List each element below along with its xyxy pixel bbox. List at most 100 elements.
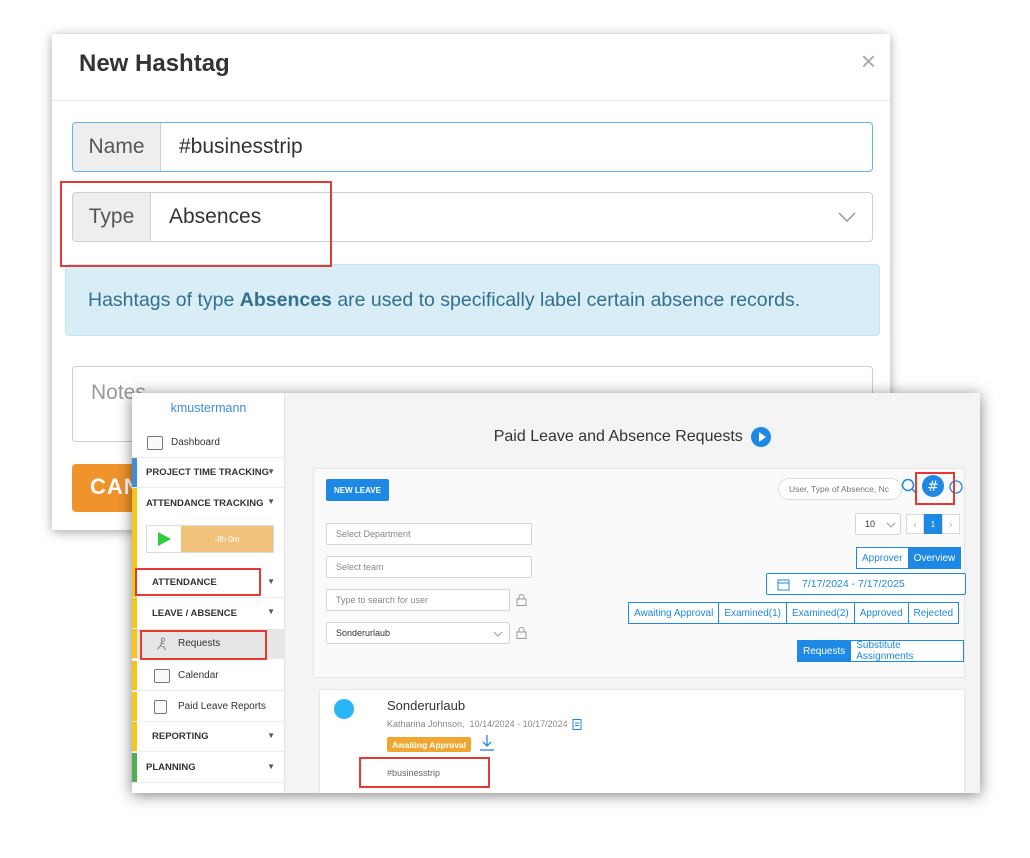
absence-type-value: Sonderurlaub [336, 628, 391, 638]
page-next-button[interactable]: › [942, 514, 960, 534]
sidebar-section-project-time[interactable]: PROJECT TIME TRACKING ▼ [132, 458, 285, 488]
section-color-bar [132, 753, 137, 782]
sidebar-section-attendance[interactable]: ATTENDANCE ▼ [132, 568, 285, 598]
status-filter-rejected[interactable]: Rejected [907, 602, 959, 624]
sidebar-item-label: Paid Leave Reports [178, 701, 266, 712]
chevron-down-icon [493, 631, 503, 637]
filter-panel: NEW LEAVE User, Type of Absence, Nc # Se… [313, 468, 966, 678]
sidebar-item-label: LEAVE / ABSENCE [152, 607, 237, 619]
attendance-timer[interactable]: -8h 0m [146, 525, 274, 553]
sidebar-item-label: Dashboard [171, 437, 220, 448]
info-text-suffix: are used to specifically label certain a… [331, 288, 801, 311]
clipboard-icon[interactable] [572, 718, 582, 730]
chevron-down-icon [838, 212, 856, 223]
sidebar: kmustermann Dashboard PROJECT TIME TRACK… [132, 393, 285, 793]
caret-down-icon: ▼ [267, 497, 275, 506]
modal-header: New Hashtag × [52, 34, 890, 101]
status-filter-examined-2[interactable]: Examined(2) [786, 602, 854, 624]
department-select[interactable]: Select Department [326, 523, 532, 545]
date-range-value: 7/17/2024 - 7/17/2025 [802, 578, 905, 590]
name-input[interactable]: #businesstrip [161, 123, 872, 171]
sidebar-section-leave-absence[interactable]: LEAVE / ABSENCE ▼ [132, 598, 285, 628]
sidebar-section-attendance-tracking[interactable]: ATTENDANCE TRACKING ▼ [132, 488, 285, 518]
sidebar-item-label: Calendar [178, 670, 219, 681]
name-label: Name [73, 123, 161, 171]
info-text-prefix: Hashtags of type [88, 288, 240, 311]
caret-down-icon: ▼ [267, 577, 275, 586]
leave-requests-window: kmustermann Dashboard PROJECT TIME TRACK… [132, 393, 980, 793]
section-color-bar [132, 661, 137, 690]
caret-down-icon: ▼ [267, 607, 275, 616]
section-color-bar [132, 518, 137, 568]
sidebar-item-label: Requests [178, 638, 221, 649]
page-title: Paid Leave and Absence Requests [285, 427, 980, 447]
username-link[interactable]: kmustermann [132, 401, 285, 415]
section-color-bar [132, 598, 137, 628]
dashboard-icon [147, 435, 163, 450]
chevron-down-icon [886, 522, 896, 528]
svg-text:#: # [927, 479, 939, 495]
section-color-bar [132, 488, 137, 518]
page-1-button[interactable]: 1 [924, 514, 942, 534]
walking-person-icon [154, 636, 170, 651]
team-select[interactable]: Select team [326, 556, 532, 578]
new-leave-button[interactable]: NEW LEAVE [326, 479, 389, 501]
tab-substitute-assignments[interactable]: Substitute Assignments [850, 640, 964, 662]
status-filter-approved[interactable]: Approved [853, 602, 908, 624]
type-select-value: Absences [169, 205, 262, 228]
status-badge: Awaiting Approval [387, 737, 472, 752]
tab-requests[interactable]: Requests [797, 640, 851, 662]
sidebar-item-requests[interactable]: Requests [132, 629, 285, 659]
download-icon[interactable] [479, 734, 495, 752]
page-size-select[interactable]: 10 [855, 513, 901, 535]
user-search-input[interactable]: Type to search for user [326, 589, 510, 611]
status-filter-examined-1[interactable]: Examined(1) [718, 602, 787, 624]
play-video-icon[interactable] [751, 427, 772, 447]
sidebar-item-calendar[interactable]: Calendar [132, 661, 285, 691]
status-filter-awaiting[interactable]: Awaiting Approval [628, 602, 719, 624]
section-color-bar [132, 458, 137, 487]
calendar-icon [154, 668, 170, 683]
caret-down-icon: ▼ [267, 762, 275, 771]
page-prev-button[interactable]: ‹ [906, 514, 924, 534]
sidebar-item-paid-leave-reports[interactable]: Paid Leave Reports [132, 692, 285, 722]
section-color-bar [132, 568, 137, 597]
search-icon[interactable] [901, 478, 919, 496]
caret-down-icon: ▼ [267, 731, 275, 740]
sidebar-section-planning[interactable]: PLANNING ▼ [132, 753, 285, 783]
view-toggle: Approver Overview [856, 547, 962, 569]
date-range-picker[interactable]: 7/17/2024 - 7/17/2025 [766, 573, 966, 595]
avatar [334, 699, 354, 719]
refresh-icon[interactable] [948, 478, 964, 496]
sidebar-item-label: REPORTING [152, 731, 209, 742]
timer-value: -8h 0m [181, 526, 273, 552]
hashtag-icon[interactable]: # [922, 475, 944, 497]
absence-type-select[interactable]: Sonderurlaub [326, 622, 510, 644]
name-input-group: Name #businesstrip [72, 122, 873, 172]
info-alert: Hashtags of type Absences are used to sp… [65, 264, 880, 336]
status-filter-group: Awaiting Approval Examined(1) Examined(2… [628, 602, 959, 624]
close-icon[interactable]: × [861, 46, 876, 77]
page-size-value: 10 [865, 519, 876, 529]
leave-request-card[interactable]: Sonderurlaub Katharina Johnson, 10/14/20… [319, 689, 965, 793]
lock-icon[interactable] [512, 622, 530, 642]
section-color-bar [132, 629, 137, 658]
type-select[interactable]: Absences [151, 193, 872, 241]
lock-icon[interactable] [512, 589, 530, 609]
pagination: ‹ 1 › [906, 514, 960, 534]
sidebar-item-dashboard[interactable]: Dashboard [132, 428, 285, 458]
approver-view-button[interactable]: Approver [856, 547, 908, 569]
sidebar-section-reporting[interactable]: REPORTING ▼ [132, 722, 285, 752]
section-color-bar [132, 692, 137, 721]
search-input[interactable]: User, Type of Absence, Nc [778, 478, 902, 500]
section-color-bar [132, 722, 137, 751]
page-title-text: Paid Leave and Absence Requests [493, 428, 743, 446]
caret-down-icon: ▼ [267, 467, 275, 476]
sidebar-item-label: PLANNING [146, 762, 196, 773]
hashtag-label: #businesstrip [387, 768, 441, 778]
sidebar-item-label: PROJECT TIME TRACKING [146, 467, 269, 478]
play-icon[interactable] [147, 526, 181, 552]
list-tabs: Requests Substitute Assignments [797, 640, 964, 662]
sidebar-item-label: ATTENDANCE TRACKING [146, 497, 264, 509]
overview-view-button[interactable]: Overview [907, 547, 962, 569]
